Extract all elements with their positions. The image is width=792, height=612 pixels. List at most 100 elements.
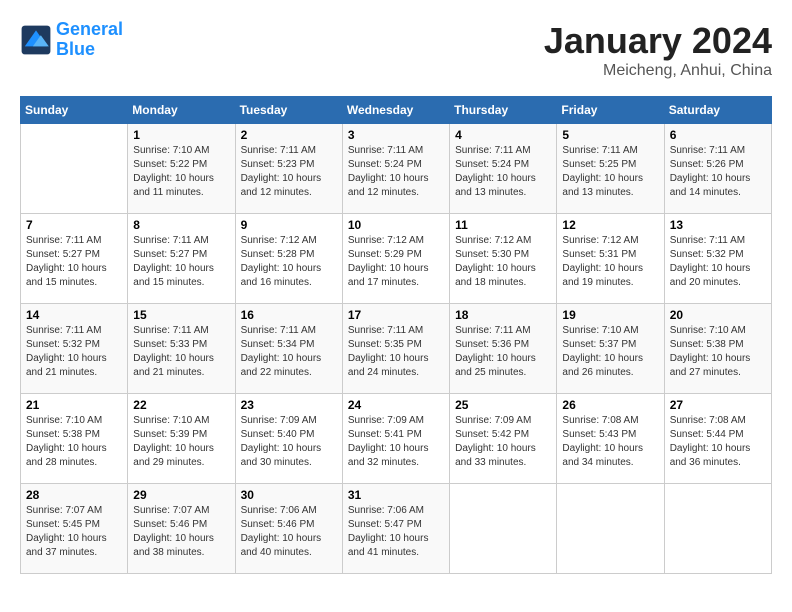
header-wednesday: Wednesday bbox=[342, 97, 449, 124]
day-info: Sunrise: 7:11 AMSunset: 5:26 PMDaylight:… bbox=[670, 144, 766, 200]
calendar-cell: 30 Sunrise: 7:06 AMSunset: 5:46 PMDayligh… bbox=[235, 484, 342, 574]
day-info: Sunrise: 7:09 AMSunset: 5:42 PMDaylight:… bbox=[455, 414, 551, 470]
day-number: 19 bbox=[562, 308, 658, 322]
day-info: Sunrise: 7:11 AMSunset: 5:25 PMDaylight:… bbox=[562, 144, 658, 200]
calendar-cell: 28Sunrise: 7:07 AMSunset: 5:45 PMDayligh… bbox=[21, 484, 128, 574]
day-number: 9 bbox=[241, 218, 337, 232]
calendar-cell: 22 Sunrise: 7:10 AMSunset: 5:39 PMDayligh… bbox=[128, 394, 235, 484]
calendar-cell: 9Sunrise: 7:12 AMSunset: 5:28 PMDaylight… bbox=[235, 214, 342, 304]
logo-icon bbox=[20, 24, 52, 56]
day-number: 7 bbox=[26, 218, 122, 232]
calendar-cell: 3 Sunrise: 7:11 AMSunset: 5:24 PMDaylight… bbox=[342, 124, 449, 214]
logo: General Blue bbox=[20, 20, 123, 60]
day-number: 31 bbox=[348, 488, 444, 502]
day-info: Sunrise: 7:10 AMSunset: 5:38 PMDaylight:… bbox=[670, 324, 766, 380]
calendar-cell: 13Sunrise: 7:11 AMSunset: 5:32 PMDayligh… bbox=[664, 214, 771, 304]
day-info: Sunrise: 7:11 AMSunset: 5:24 PMDaylight:… bbox=[455, 144, 551, 200]
day-number: 14 bbox=[26, 308, 122, 322]
day-number: 30 bbox=[241, 488, 337, 502]
day-number: 18 bbox=[455, 308, 551, 322]
calendar-cell: 11Sunrise: 7:12 AMSunset: 5:30 PMDayligh… bbox=[450, 214, 557, 304]
calendar-cell bbox=[664, 484, 771, 574]
day-info: Sunrise: 7:11 AMSunset: 5:35 PMDaylight:… bbox=[348, 324, 444, 380]
day-info: Sunrise: 7:09 AMSunset: 5:41 PMDaylight:… bbox=[348, 414, 444, 470]
day-info: Sunrise: 7:06 AMSunset: 5:46 PMDaylight:… bbox=[241, 504, 337, 560]
calendar-cell: 4 Sunrise: 7:11 AMSunset: 5:24 PMDaylight… bbox=[450, 124, 557, 214]
calendar-cell: 27 Sunrise: 7:08 AMSunset: 5:44 PMDayligh… bbox=[664, 394, 771, 484]
calendar-week-row: 21Sunrise: 7:10 AMSunset: 5:38 PMDayligh… bbox=[21, 394, 772, 484]
day-info: Sunrise: 7:10 AMSunset: 5:39 PMDaylight:… bbox=[133, 414, 229, 470]
day-number: 17 bbox=[348, 308, 444, 322]
day-number: 23 bbox=[241, 398, 337, 412]
day-info: Sunrise: 7:11 AMSunset: 5:32 PMDaylight:… bbox=[670, 234, 766, 290]
calendar-cell: 26 Sunrise: 7:08 AMSunset: 5:43 PMDayligh… bbox=[557, 394, 664, 484]
header-sunday: Sunday bbox=[21, 97, 128, 124]
day-number: 12 bbox=[562, 218, 658, 232]
day-info: Sunrise: 7:08 AMSunset: 5:44 PMDaylight:… bbox=[670, 414, 766, 470]
calendar-week-row: 7 Sunrise: 7:11 AMSunset: 5:27 PMDaylight… bbox=[21, 214, 772, 304]
calendar-week-row: 28Sunrise: 7:07 AMSunset: 5:45 PMDayligh… bbox=[21, 484, 772, 574]
day-number: 15 bbox=[133, 308, 229, 322]
day-number: 16 bbox=[241, 308, 337, 322]
calendar-header-row: SundayMondayTuesdayWednesdayThursdayFrid… bbox=[21, 97, 772, 124]
calendar-cell: 31 Sunrise: 7:06 AMSunset: 5:47 PMDayligh… bbox=[342, 484, 449, 574]
page-header: General Blue January 2024 Meicheng, Anhu… bbox=[20, 20, 772, 80]
day-info: Sunrise: 7:10 AMSunset: 5:22 PMDaylight:… bbox=[133, 144, 229, 200]
day-info: Sunrise: 7:12 AMSunset: 5:31 PMDaylight:… bbox=[562, 234, 658, 290]
day-info: Sunrise: 7:11 AMSunset: 5:24 PMDaylight:… bbox=[348, 144, 444, 200]
day-info: Sunrise: 7:06 AMSunset: 5:47 PMDaylight:… bbox=[348, 504, 444, 560]
calendar-cell: 8 Sunrise: 7:11 AMSunset: 5:27 PMDaylight… bbox=[128, 214, 235, 304]
day-info: Sunrise: 7:10 AMSunset: 5:37 PMDaylight:… bbox=[562, 324, 658, 380]
logo-line2: Blue bbox=[56, 39, 95, 59]
logo-text: General Blue bbox=[56, 20, 123, 60]
day-number: 3 bbox=[348, 128, 444, 142]
calendar-cell: 21Sunrise: 7:10 AMSunset: 5:38 PMDayligh… bbox=[21, 394, 128, 484]
day-info: Sunrise: 7:09 AMSunset: 5:40 PMDaylight:… bbox=[241, 414, 337, 470]
day-number: 27 bbox=[670, 398, 766, 412]
day-number: 6 bbox=[670, 128, 766, 142]
calendar-cell: 6 Sunrise: 7:11 AMSunset: 5:26 PMDaylight… bbox=[664, 124, 771, 214]
calendar-cell: 20 Sunrise: 7:10 AMSunset: 5:38 PMDayligh… bbox=[664, 304, 771, 394]
day-number: 10 bbox=[348, 218, 444, 232]
day-info: Sunrise: 7:08 AMSunset: 5:43 PMDaylight:… bbox=[562, 414, 658, 470]
calendar-cell: 10 Sunrise: 7:12 AMSunset: 5:29 PMDayligh… bbox=[342, 214, 449, 304]
day-info: Sunrise: 7:07 AMSunset: 5:46 PMDaylight:… bbox=[133, 504, 229, 560]
calendar-cell: 18 Sunrise: 7:11 AMSunset: 5:36 PMDayligh… bbox=[450, 304, 557, 394]
day-info: Sunrise: 7:11 AMSunset: 5:34 PMDaylight:… bbox=[241, 324, 337, 380]
calendar-cell: 14 Sunrise: 7:11 AMSunset: 5:32 PMDayligh… bbox=[21, 304, 128, 394]
day-info: Sunrise: 7:11 AMSunset: 5:27 PMDaylight:… bbox=[133, 234, 229, 290]
day-info: Sunrise: 7:11 AMSunset: 5:27 PMDaylight:… bbox=[26, 234, 122, 290]
header-thursday: Thursday bbox=[450, 97, 557, 124]
month-title: January 2024 bbox=[544, 20, 772, 62]
day-number: 25 bbox=[455, 398, 551, 412]
day-number: 29 bbox=[133, 488, 229, 502]
calendar-cell: 7 Sunrise: 7:11 AMSunset: 5:27 PMDaylight… bbox=[21, 214, 128, 304]
day-info: Sunrise: 7:12 AMSunset: 5:29 PMDaylight:… bbox=[348, 234, 444, 290]
day-number: 20 bbox=[670, 308, 766, 322]
day-info: Sunrise: 7:11 AMSunset: 5:36 PMDaylight:… bbox=[455, 324, 551, 380]
calendar-cell: 24 Sunrise: 7:09 AMSunset: 5:41 PMDayligh… bbox=[342, 394, 449, 484]
calendar-cell: 5 Sunrise: 7:11 AMSunset: 5:25 PMDaylight… bbox=[557, 124, 664, 214]
calendar-cell: 17 Sunrise: 7:11 AMSunset: 5:35 PMDayligh… bbox=[342, 304, 449, 394]
location-title: Meicheng, Anhui, China bbox=[544, 62, 772, 80]
calendar-week-row: 1Sunrise: 7:10 AMSunset: 5:22 PMDaylight… bbox=[21, 124, 772, 214]
calendar-cell: 15 Sunrise: 7:11 AMSunset: 5:33 PMDayligh… bbox=[128, 304, 235, 394]
day-number: 4 bbox=[455, 128, 551, 142]
calendar-cell: 29 Sunrise: 7:07 AMSunset: 5:46 PMDayligh… bbox=[128, 484, 235, 574]
day-number: 22 bbox=[133, 398, 229, 412]
calendar-cell bbox=[450, 484, 557, 574]
day-number: 2 bbox=[241, 128, 337, 142]
calendar-cell: 19 Sunrise: 7:10 AMSunset: 5:37 PMDayligh… bbox=[557, 304, 664, 394]
day-info: Sunrise: 7:11 AMSunset: 5:32 PMDaylight:… bbox=[26, 324, 122, 380]
day-info: Sunrise: 7:11 AMSunset: 5:23 PMDaylight:… bbox=[241, 144, 337, 200]
day-info: Sunrise: 7:11 AMSunset: 5:33 PMDaylight:… bbox=[133, 324, 229, 380]
day-number: 26 bbox=[562, 398, 658, 412]
calendar-cell bbox=[21, 124, 128, 214]
day-number: 8 bbox=[133, 218, 229, 232]
day-number: 5 bbox=[562, 128, 658, 142]
day-info: Sunrise: 7:10 AMSunset: 5:38 PMDaylight:… bbox=[26, 414, 122, 470]
calendar-table: SundayMondayTuesdayWednesdayThursdayFrid… bbox=[20, 96, 772, 574]
day-number: 11 bbox=[455, 218, 551, 232]
calendar-cell: 1Sunrise: 7:10 AMSunset: 5:22 PMDaylight… bbox=[128, 124, 235, 214]
day-number: 24 bbox=[348, 398, 444, 412]
